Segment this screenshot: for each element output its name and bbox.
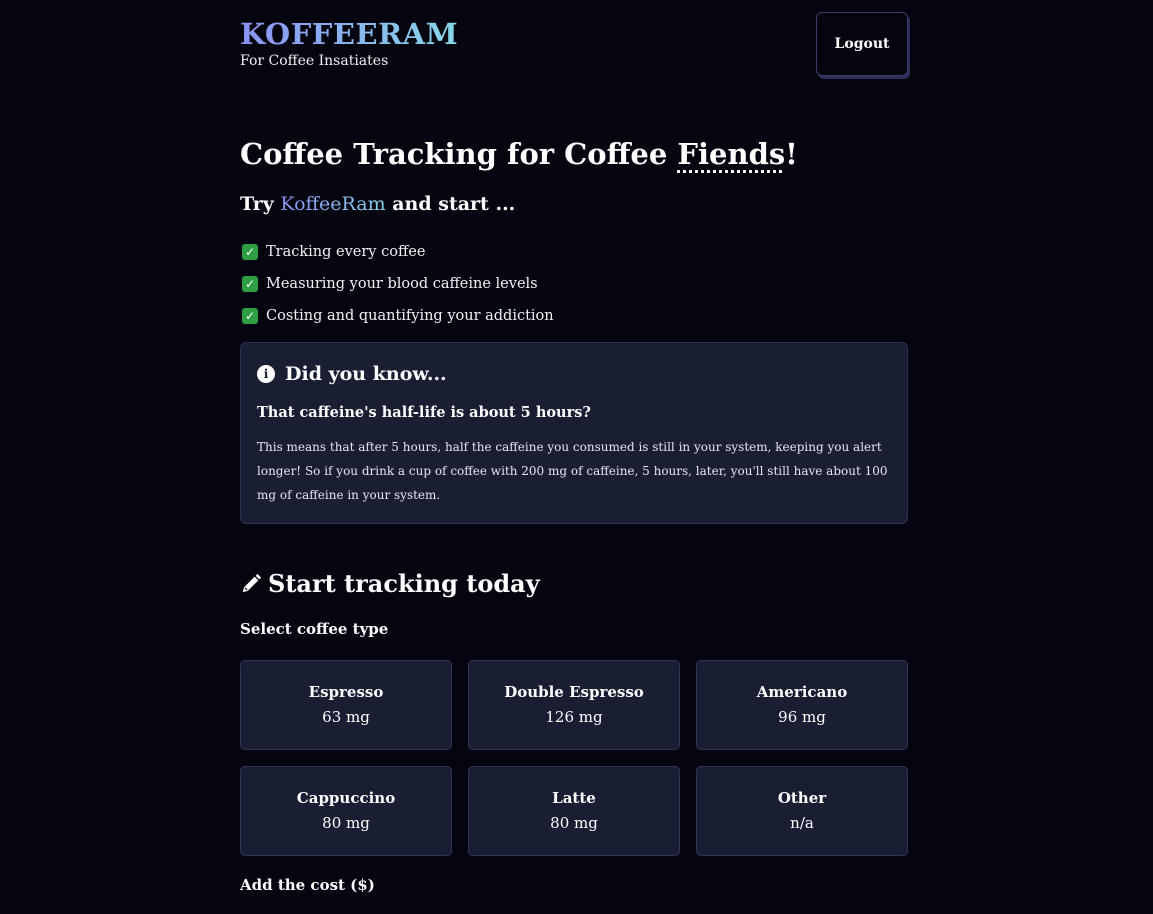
hero-subtitle-suffix: and start ... [385,193,516,215]
pencil-icon [242,573,262,593]
did-you-know-heading: i Did you know... [257,363,447,385]
select-coffee-label: Select coffee type [240,620,389,638]
check-icon: ✓ [242,244,258,260]
coffee-option-americano[interactable]: Americano 96 mg [696,660,908,750]
coffee-caffeine: 80 mg [322,814,370,832]
page: KOFFEERAM For Coffee Insatiates Logout C… [240,0,908,894]
feature-item: ✓ Measuring your blood caffeine levels [242,268,554,300]
tracking-title: Start tracking today [268,569,540,598]
coffee-name: Americano [756,683,848,701]
feature-list: ✓ Tracking every coffee ✓ Measuring your b… [242,236,554,332]
coffee-caffeine: 80 mg [550,814,598,832]
coffee-name: Double Espresso [504,683,644,701]
did-you-know-card: i Did you know... That caffeine's half-l… [240,342,908,524]
coffee-caffeine: 96 mg [778,708,826,726]
coffee-caffeine: 63 mg [322,708,370,726]
feature-label: Tracking every coffee [266,244,426,260]
hero-title-prefix: Coffee Tracking for Coffee [240,137,678,171]
coffee-option-espresso[interactable]: Espresso 63 mg [240,660,452,750]
header: KOFFEERAM For Coffee Insatiates Logout [240,0,908,90]
coffee-type-grid: Espresso 63 mg Double Espresso 126 mg Am… [240,660,908,856]
coffee-option-cappuccino[interactable]: Cappuccino 80 mg [240,766,452,856]
feature-label: Costing and quantifying your addiction [266,308,554,324]
logout-button[interactable]: Logout [816,12,908,76]
coffee-caffeine: 126 mg [545,708,603,726]
coffee-name: Other [777,789,827,807]
coffee-option-double-espresso[interactable]: Double Espresso 126 mg [468,660,680,750]
did-you-know-title: Did you know... [285,363,447,385]
add-cost-label: Add the cost ($) [240,876,375,894]
tracking-heading: Start tracking today [240,566,540,602]
did-you-know-question: That caffeine's half-life is about 5 hou… [257,404,591,421]
hero-subtitle-brand: KoffeeRam [280,193,386,215]
check-icon: ✓ [242,276,258,292]
feature-item: ✓ Tracking every coffee [242,236,554,268]
hero-title: Coffee Tracking for Coffee Fiends! [240,134,798,174]
feature-label: Measuring your blood caffeine levels [266,276,538,292]
did-you-know-body: This means that after 5 hours, half the … [257,440,888,502]
coffee-name: Latte [552,789,596,807]
coffee-option-other[interactable]: Other n/a [696,766,908,856]
check-icon: ✓ [242,308,258,324]
coffee-option-latte[interactable]: Latte 80 mg [468,766,680,856]
brand-logo[interactable]: KOFFEERAM [240,14,458,54]
hero-title-fiends: Fiends [677,137,786,171]
hero-subtitle: Try KoffeeRam and start ... [240,190,515,218]
coffee-name: Cappuccino [296,789,396,807]
tagline: For Coffee Insatiates [240,53,389,69]
hero-subtitle-prefix: Try [240,193,281,215]
feature-item: ✓ Costing and quantifying your addiction [242,300,554,332]
hero-title-suffix: ! [785,137,798,171]
coffee-name: Espresso [308,683,384,701]
info-icon: i [257,365,275,383]
coffee-caffeine: n/a [790,814,814,832]
